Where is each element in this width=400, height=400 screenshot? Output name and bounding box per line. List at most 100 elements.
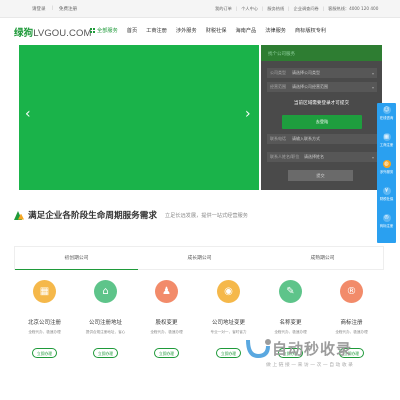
nav-item-tax[interactable]: 财税社保	[206, 27, 227, 34]
building-icon: ▦	[33, 280, 56, 303]
sidebar-item-registration[interactable]: ▦ 工商注册	[377, 130, 396, 152]
top-utility-bar: 请登录 | 免费注册 我的订单 | 个人中心 | 服务热线 | 企业调查问卷 |…	[0, 0, 400, 18]
apply-button[interactable]: 立即办理	[32, 348, 57, 358]
service-card[interactable]: ♟ 股权变更 全程代办，极速办理 立即办理	[136, 270, 197, 375]
all-services-menu[interactable]: 全部服务	[90, 27, 118, 34]
card-title: 公司注册地址	[88, 320, 122, 326]
section-mark-icon	[14, 210, 23, 220]
nav-item-home[interactable]: 首页	[127, 27, 137, 34]
apply-button[interactable]: 立即办理	[154, 348, 179, 358]
divider: |	[235, 6, 238, 11]
watermark-title: 自动秒收录	[272, 340, 353, 358]
top-left-links: 请登录 | 免费注册	[32, 6, 77, 12]
my-orders-link[interactable]: 我的订单	[215, 6, 232, 12]
submit-button[interactable]: 提交	[288, 170, 353, 181]
all-services-label: 全部服务	[97, 28, 118, 34]
site-header: 绿狗LVGOU.COM 全部服务 首页 工商注册 涉外服务 财税社保 海南产品 …	[0, 18, 400, 45]
divider: |	[261, 6, 264, 11]
field-value: 请选择公司经营范围	[292, 84, 328, 89]
globe-icon: ◍	[382, 160, 391, 168]
apply-button[interactable]: 立即办理	[93, 348, 118, 358]
field-value: 请输入联系方式	[292, 136, 320, 141]
login-required-notice: 当前区域需要登录才可提交	[293, 101, 350, 106]
card-desc: 全程代办，极速办理	[28, 330, 61, 334]
carousel-next-button[interactable]: ›	[245, 107, 251, 121]
sidebar-item-label: 财税社保	[379, 197, 394, 201]
field-value: 请选择姓名	[304, 154, 324, 159]
section-title: 满足企业各阶段生命周期服务需求	[28, 211, 157, 221]
sidebar-item-label: 在线咨询	[379, 116, 394, 120]
field-label: 联系人姓名/职位	[270, 154, 300, 159]
watermark: 自动秒收录 做 上 链 接 — 来 访 一 次 — 自 动 收 录	[244, 336, 394, 376]
consult-form-panel: 找个公司服务 公司类型 请选择公司类型 ▾ 经营范围 请选择公司经营范围 ▾ 当…	[261, 45, 382, 190]
field-label: 联系电话	[270, 136, 286, 141]
nav-item-registration[interactable]: 工商注册	[146, 27, 167, 34]
tax-icon: ¥	[382, 187, 391, 195]
card-desc: 专业一对一，省时省力	[210, 330, 247, 334]
card-title: 商标注册	[340, 320, 363, 326]
service-card[interactable]: ⌂ 公司注册地址 提供合规注册地址，省心 立即办理	[75, 270, 136, 375]
sidebar-item-trademark[interactable]: ® 商标注册	[377, 211, 396, 233]
stage-tabs: 初创期公司 成长期公司 成熟期公司	[14, 246, 384, 270]
card-desc: 全程代办，极速办理	[150, 330, 183, 334]
nav-item-legal[interactable]: 法律服务	[265, 27, 286, 34]
field-value: 请选择公司类型	[292, 70, 320, 75]
nav-item-hainan[interactable]: 海南产品	[235, 27, 256, 34]
watermark-logo-icon	[246, 339, 271, 359]
service-hotline-link[interactable]: 服务热线	[267, 6, 284, 12]
logo-brand: 绿狗	[14, 28, 34, 39]
divider: |	[288, 6, 290, 11]
sidebar-item-label: 工商注册	[379, 143, 394, 147]
carousel-prev-button[interactable]: ‹	[25, 107, 31, 121]
survey-link[interactable]: 企业调查问卷	[294, 6, 319, 12]
floating-sidebar: ☺ 在线咨询 ▦ 工商注册 ◍ 涉外服务 ¥ 财税社保 ® 商标注册	[377, 103, 396, 243]
hero-banner[interactable]: ‹ ›	[19, 45, 259, 190]
user-center-link[interactable]: 个人中心	[241, 6, 258, 12]
card-title: 北京公司注册	[27, 320, 61, 326]
go-login-button[interactable]: 去登陆	[282, 115, 362, 129]
sidebar-item-label: 涉外服务	[379, 170, 394, 174]
tab-mature[interactable]: 成熟期公司	[261, 247, 384, 270]
main-nav: 全部服务 首页 工商注册 涉外服务 财税社保 海南产品 法律服务 商标版权专利	[90, 27, 326, 34]
tab-startup[interactable]: 初创期公司	[15, 247, 138, 270]
sidebar-item-label: 商标注册	[379, 224, 394, 228]
pin-icon: ◉	[217, 280, 240, 303]
card-title: 名称变更	[279, 320, 302, 326]
card-title: 公司地址变更	[211, 320, 245, 326]
sidebar-item-consult[interactable]: ☺ 在线咨询	[377, 103, 396, 125]
field-label: 公司类型	[270, 70, 286, 75]
sidebar-item-tax[interactable]: ¥ 财税社保	[377, 184, 396, 206]
service-card[interactable]: ▦ 北京公司注册 全程代办，极速办理 立即办理	[14, 270, 75, 375]
building-icon: ▦	[382, 133, 391, 141]
divider: |	[322, 6, 325, 11]
site-logo[interactable]: 绿狗LVGOU.COM	[14, 25, 91, 39]
contact-name-field[interactable]: 联系人姓名/职位 请选择姓名 ▾	[267, 152, 377, 162]
location-icon: ⌂	[94, 280, 117, 303]
register-link[interactable]: 免费注册	[59, 6, 77, 12]
company-type-select[interactable]: 公司类型 请选择公司类型 ▾	[267, 68, 377, 78]
sidebar-item-foreign[interactable]: ◍ 涉外服务	[377, 157, 396, 179]
top-right-links: 我的订单 | 个人中心 | 服务热线 | 企业调查问卷 | 客服热线：4000 …	[215, 6, 378, 12]
logo-domain: LVGOU.COM	[33, 28, 92, 39]
nav-item-foreign[interactable]: 涉外服务	[176, 27, 197, 34]
chevron-down-icon: ▾	[371, 70, 374, 76]
nav-item-ip[interactable]: 商标版权专利	[295, 27, 326, 34]
chat-icon: ☺	[382, 106, 391, 114]
card-desc: 全程代办，极速办理	[274, 330, 307, 334]
field-label: 经营范围	[270, 84, 286, 89]
card-desc: 提供合规注册地址，省心	[85, 330, 126, 334]
contact-phone-field[interactable]: 联系电话 请输入联系方式	[267, 134, 377, 144]
watermark-subtitle: 做 上 链 接 — 来 访 一 次 — 自 动 收 录	[266, 363, 353, 368]
registered-icon: ®	[340, 280, 363, 303]
divider: |	[51, 6, 54, 11]
chevron-down-icon: ▾	[371, 84, 374, 90]
form-panel-title: 找个公司服务	[261, 45, 382, 61]
login-link[interactable]: 请登录	[32, 6, 46, 12]
edit-icon: ✎	[279, 280, 302, 303]
apply-button[interactable]: 立即办理	[216, 348, 241, 358]
business-scope-select[interactable]: 经营范围 请选择公司经营范围 ▾	[267, 82, 377, 92]
section-header: 满足企业各阶段生命周期服务需求 立足长远发展，提供一站式经营服务	[14, 209, 248, 221]
tab-growth[interactable]: 成长期公司	[138, 247, 261, 270]
chevron-down-icon: ▾	[371, 154, 374, 160]
section-subtitle: 立足长远发展，提供一站式经营服务	[164, 212, 248, 219]
